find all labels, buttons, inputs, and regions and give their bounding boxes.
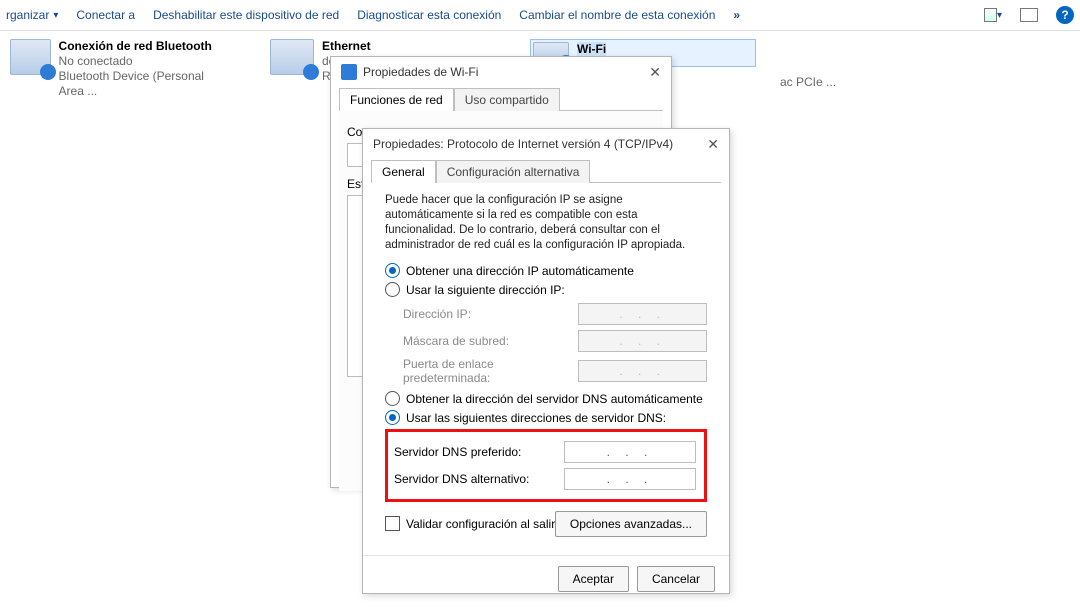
toolbar-diagnose[interactable]: Diagnosticar esta conexión bbox=[357, 8, 501, 22]
radio-icon bbox=[385, 410, 400, 425]
dns-alternate-input[interactable]: . . . bbox=[564, 468, 696, 490]
validate-label: Validar configuración al salir bbox=[406, 517, 555, 531]
toolbar-organize[interactable]: rganizar▾ bbox=[6, 8, 58, 22]
dialog-title: Propiedades de Wi-Fi bbox=[363, 65, 478, 79]
radio-ip-manual[interactable]: Usar la siguiente dirección IP: bbox=[385, 282, 707, 297]
toolbar: rganizar▾ Conectar a Deshabilitar este d… bbox=[0, 0, 1080, 31]
toolbar-disable[interactable]: Deshabilitar este dispositivo de red bbox=[153, 8, 339, 22]
dns-highlight-box: Servidor DNS preferido:. . . Servidor DN… bbox=[385, 429, 707, 502]
toolbar-rename[interactable]: Cambiar el nombre de esta conexión bbox=[519, 8, 715, 22]
adapter-name: Ethernet bbox=[322, 39, 371, 54]
view-large-icon[interactable]: ▾ bbox=[984, 6, 1002, 24]
toolbar-connect[interactable]: Conectar a bbox=[76, 8, 135, 22]
validate-checkbox[interactable] bbox=[385, 516, 400, 531]
adapter-status: No conectado bbox=[59, 54, 230, 69]
tab-sharing[interactable]: Uso compartido bbox=[454, 88, 560, 111]
subnet-label: Máscara de subred: bbox=[403, 334, 578, 348]
adapter-device-behind: ac PCIe ... bbox=[780, 75, 836, 89]
ok-button[interactable]: Aceptar bbox=[558, 566, 629, 592]
dns-preferred-label: Servidor DNS preferido: bbox=[394, 445, 564, 459]
radio-icon bbox=[385, 282, 400, 297]
close-icon[interactable]: ✕ bbox=[649, 64, 661, 81]
adapter-name: Conexión de red Bluetooth bbox=[59, 39, 230, 54]
wifi-icon bbox=[341, 64, 357, 80]
network-adapter-icon bbox=[270, 39, 314, 75]
network-adapter-icon bbox=[10, 39, 51, 75]
ip-address-label: Dirección IP: bbox=[403, 307, 578, 321]
radio-dns-manual[interactable]: Usar las siguientes direcciones de servi… bbox=[385, 410, 707, 425]
ipv4-properties-dialog: Propiedades: Protocolo de Internet versi… bbox=[362, 128, 730, 594]
gateway-label: Puerta de enlace predeterminada: bbox=[403, 357, 578, 385]
subnet-input: . . . bbox=[578, 330, 707, 352]
toolbar-overflow[interactable]: » bbox=[733, 8, 740, 22]
close-icon[interactable]: ✕ bbox=[707, 136, 719, 153]
gateway-input: . . . bbox=[578, 360, 707, 382]
adapter-bluetooth[interactable]: Conexión de red Bluetooth No conectado B… bbox=[10, 39, 230, 99]
dialog-title: Propiedades: Protocolo de Internet versi… bbox=[373, 137, 673, 151]
adapter-device: Bluetooth Device (Personal Area ... bbox=[59, 69, 230, 99]
tab-network-functions[interactable]: Funciones de red bbox=[339, 88, 454, 111]
adapter-name: Wi-Fi bbox=[577, 42, 606, 57]
radio-ip-auto[interactable]: Obtener una dirección IP automáticamente bbox=[385, 263, 707, 278]
intro-text: Puede hacer que la configuración IP se a… bbox=[385, 193, 707, 253]
radio-icon bbox=[385, 391, 400, 406]
radio-icon bbox=[385, 263, 400, 278]
cancel-button[interactable]: Cancelar bbox=[637, 566, 715, 592]
tab-alternate-config[interactable]: Configuración alternativa bbox=[436, 160, 591, 183]
dns-alternate-label: Servidor DNS alternativo: bbox=[394, 472, 564, 486]
chevron-down-icon: ▾ bbox=[53, 10, 58, 21]
view-details-icon[interactable] bbox=[1020, 6, 1038, 24]
radio-dns-auto[interactable]: Obtener la dirección del servidor DNS au… bbox=[385, 391, 707, 406]
dns-preferred-input[interactable]: . . . bbox=[564, 441, 696, 463]
help-icon[interactable]: ? bbox=[1056, 6, 1074, 24]
advanced-button[interactable]: Opciones avanzadas... bbox=[555, 511, 707, 537]
ip-address-input: . . . bbox=[578, 303, 707, 325]
tab-general[interactable]: General bbox=[371, 160, 436, 183]
